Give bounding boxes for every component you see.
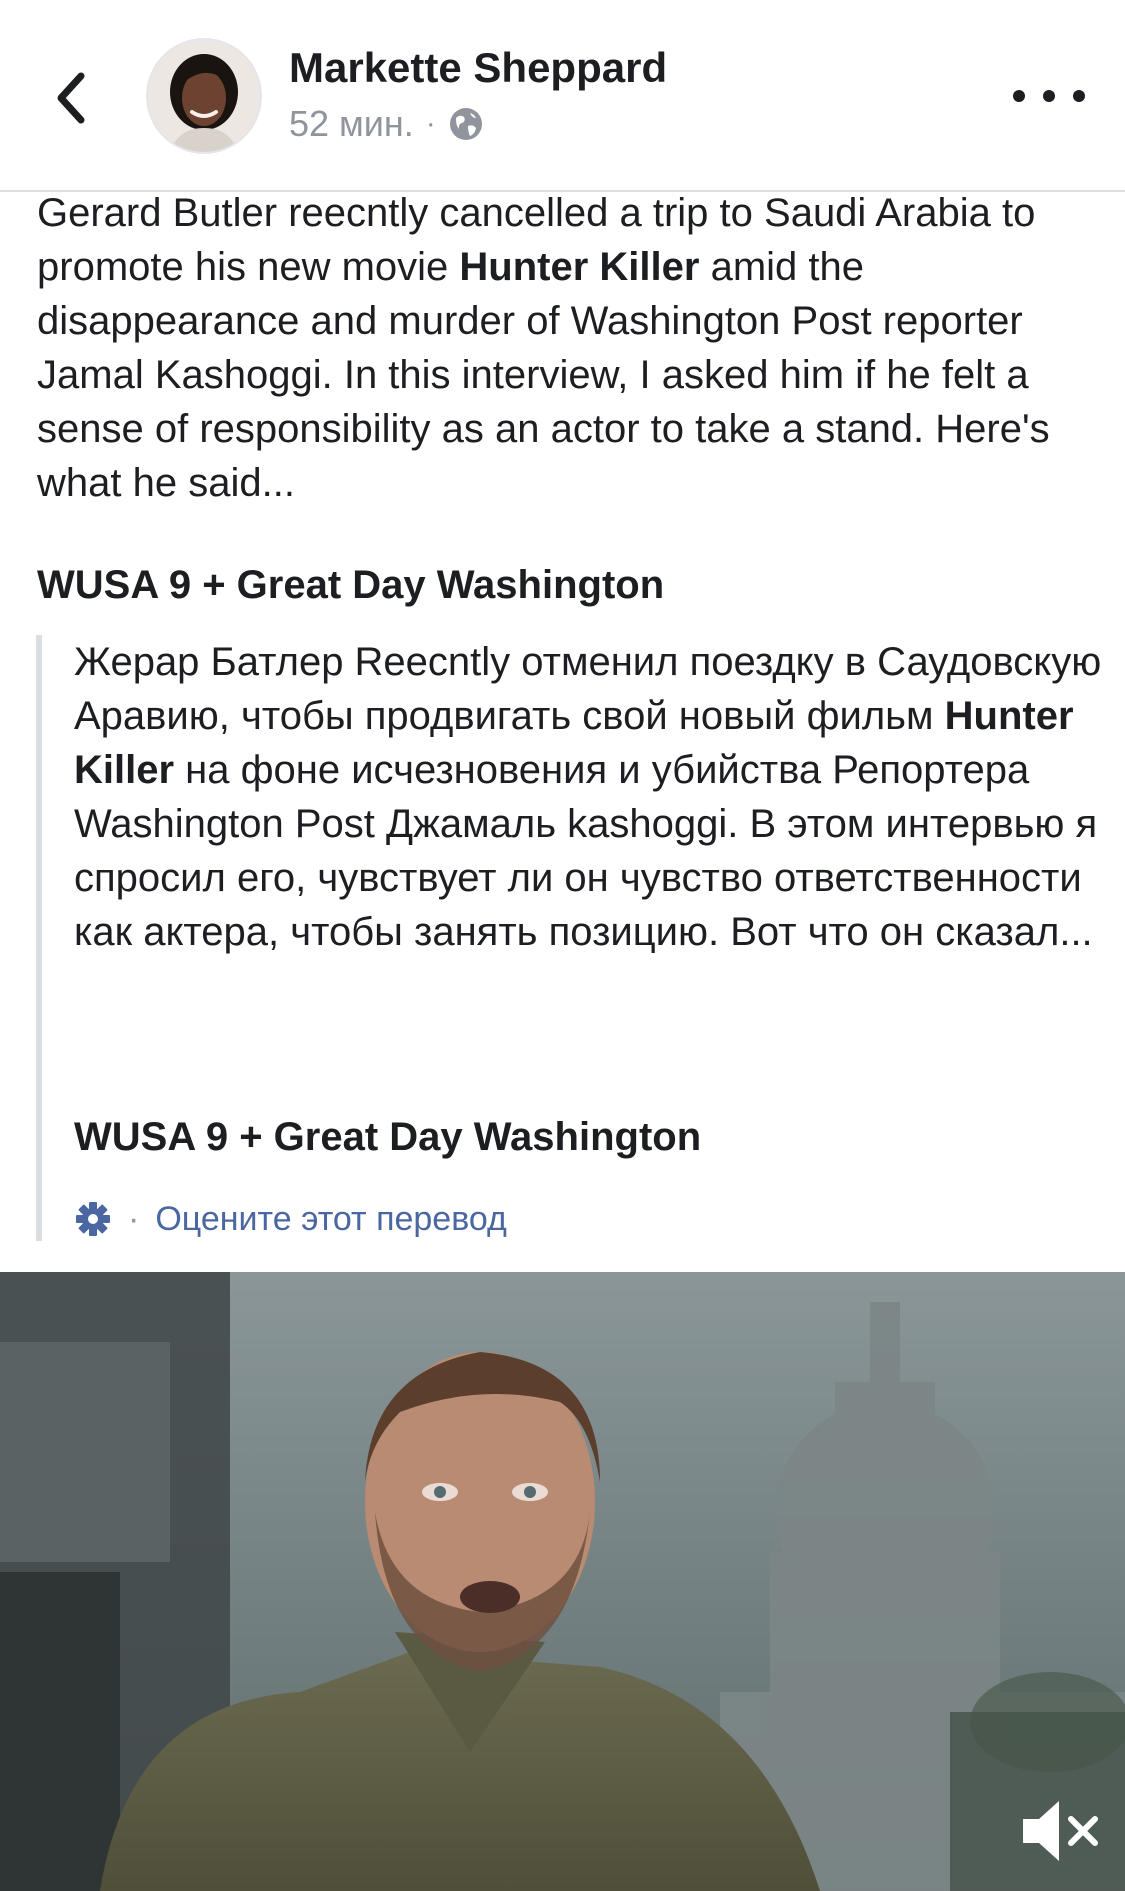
translation-text-part2: на фоне исчезновения и убийства Репортер… xyxy=(74,748,1098,954)
gear-icon[interactable] xyxy=(74,1200,112,1238)
more-options-button[interactable] xyxy=(1013,70,1085,122)
post-header: Markette Sheppard 52 мин. · xyxy=(0,0,1125,192)
speaker-muted-icon xyxy=(1023,1801,1098,1861)
translation-box: Жерар Батлер Reecntly отменил поездку в … xyxy=(36,635,1106,1241)
rate-separator: · xyxy=(128,1199,140,1238)
post-movie-title: Hunter Killer xyxy=(459,245,700,289)
mute-button[interactable] xyxy=(1015,1791,1105,1871)
more-dot xyxy=(1073,90,1085,102)
video-player[interactable] xyxy=(0,1272,1125,1891)
video-frame xyxy=(0,1272,1125,1891)
translation-text: Жерар Батлер Reecntly отменил поездку в … xyxy=(74,635,1114,959)
post-text: Gerard Butler reecntly cancelled a trip … xyxy=(37,186,1097,510)
more-horizontal-icon xyxy=(1013,90,1025,102)
translation-source: WUSA 9 + Great Day Washington xyxy=(74,1115,702,1159)
post-source: WUSA 9 + Great Day Washington xyxy=(37,563,665,607)
post-meta: 52 мин. · xyxy=(289,100,484,148)
more-dot xyxy=(1043,90,1055,102)
avatar[interactable] xyxy=(146,38,262,154)
rate-translation-row: · Оцените этот перевод xyxy=(74,1195,507,1243)
chevron-left-icon xyxy=(57,72,85,124)
post-timestamp[interactable]: 52 мин. xyxy=(289,103,414,145)
meta-separator: · xyxy=(425,107,436,140)
rate-translation-link[interactable]: Оцените этот перевод xyxy=(155,1200,507,1239)
author-name[interactable]: Markette Sheppard xyxy=(289,44,667,92)
avatar-image xyxy=(148,40,260,152)
globe-icon[interactable] xyxy=(448,106,484,142)
back-button[interactable] xyxy=(40,58,100,138)
